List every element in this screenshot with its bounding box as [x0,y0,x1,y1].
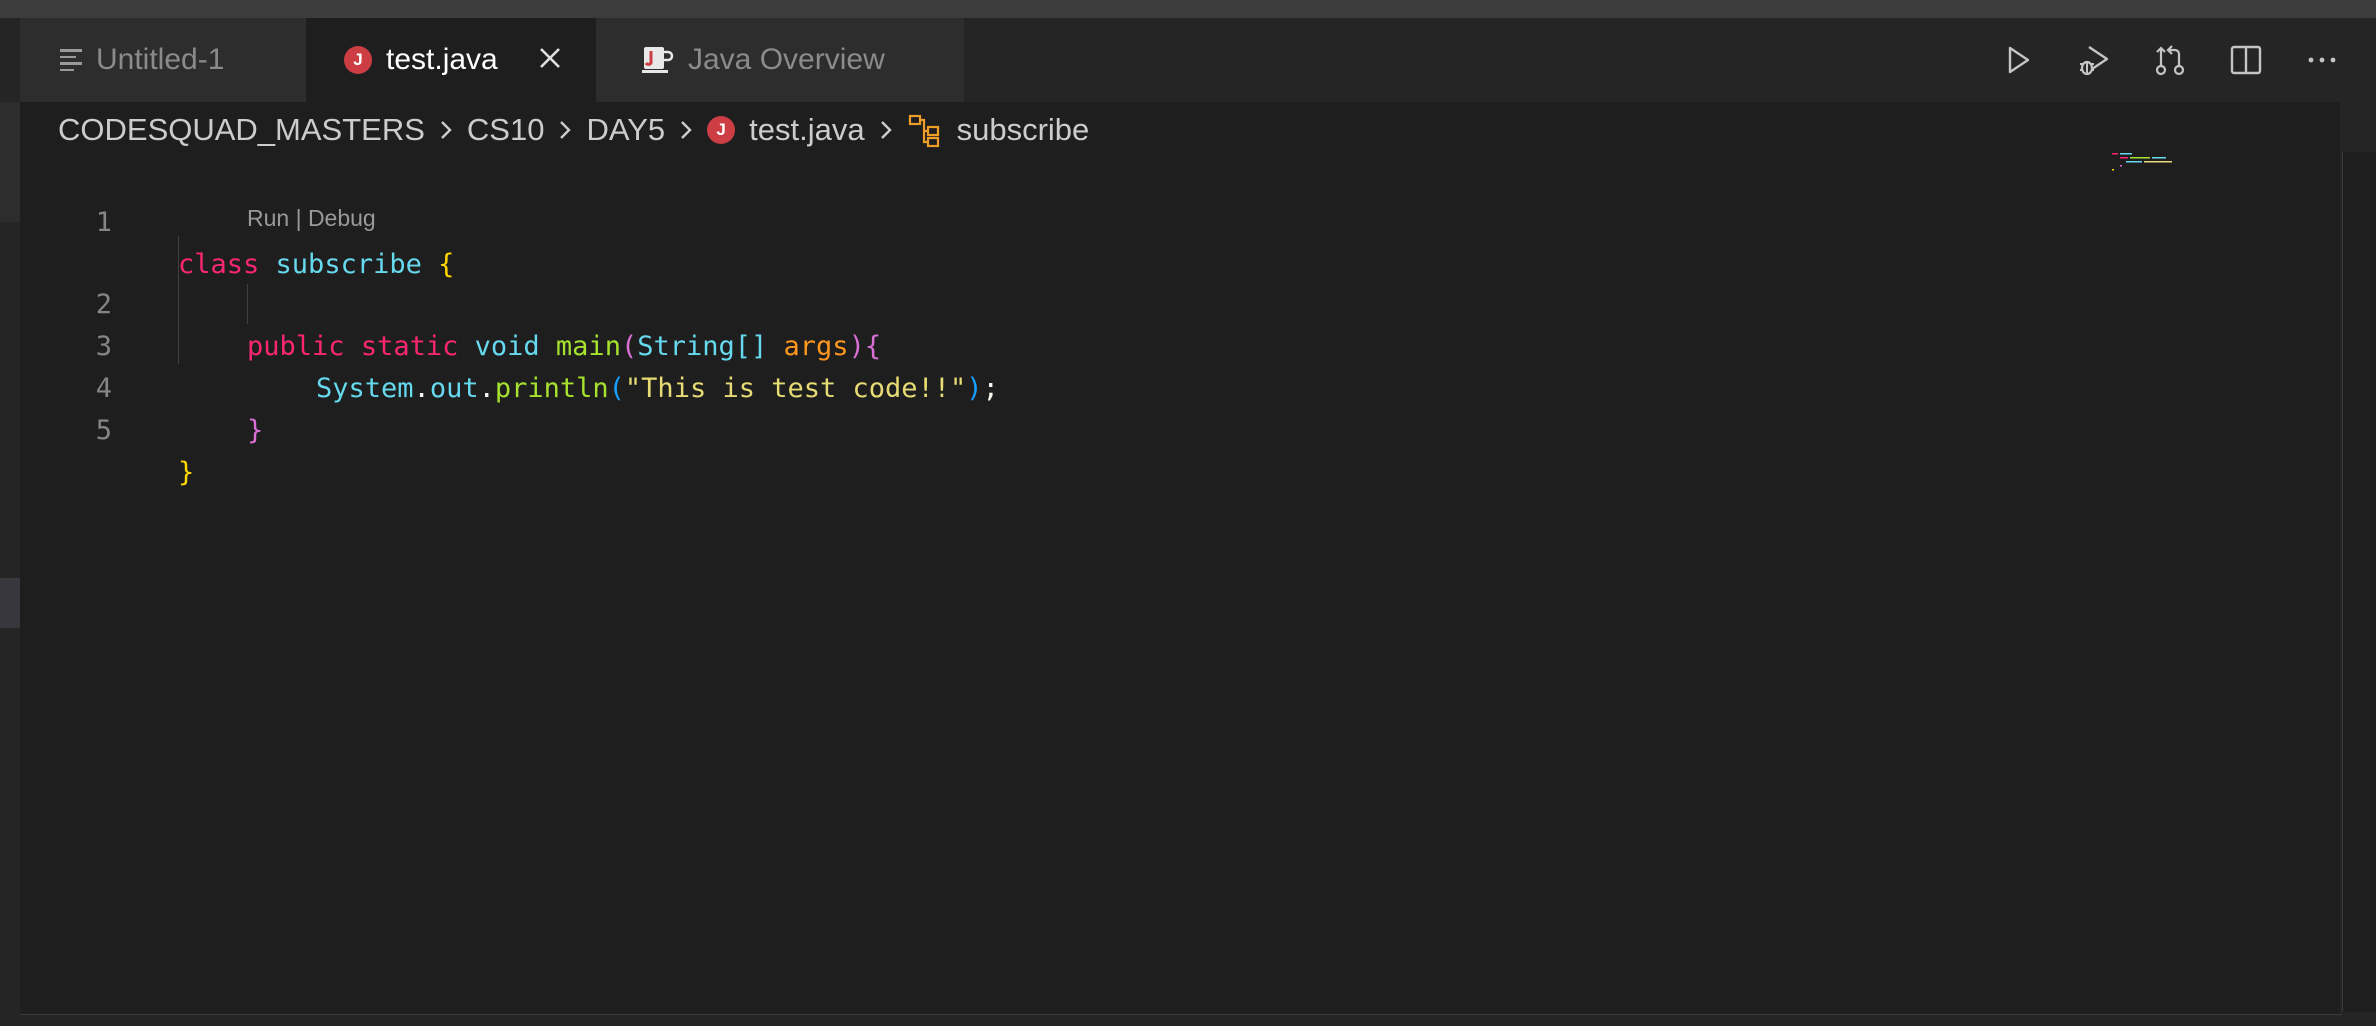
tab-test-java[interactable]: J test.java [306,18,596,102]
code-line-5: 5 } [20,368,2020,488]
tab-label: Untitled-1 [96,43,225,76]
close-icon[interactable] [532,40,568,76]
brace: } [247,415,264,446]
chevron-right-icon [556,118,574,142]
debug-icon[interactable] [2076,42,2112,78]
title-bar-strip [0,0,2376,18]
split-editor-icon[interactable] [2228,42,2264,78]
line-number: 1 [95,207,112,238]
code-lens-run-debug[interactable]: Run | Debug [247,198,376,238]
breadcrumb-item[interactable]: CS10 [467,112,545,148]
breadcrumb-item[interactable]: DAY5 [586,112,665,148]
chevron-right-icon [677,118,695,142]
code-line-4: 4 } [20,326,2020,446]
chevron-right-icon [437,118,455,142]
chevron-right-icon [877,118,895,142]
tab-label: Java Overview [688,43,885,76]
source-control-compare-icon[interactable] [2152,42,2188,78]
breadcrumb: CODESQUAD_MASTERS CS10 DAY5 J test.java … [58,102,1089,158]
tab-label: test.java [386,43,498,76]
activity-edge [0,18,20,1026]
java-coffee-icon [640,43,674,77]
editor-window: Untitled-1 J test.java Java Overview COD… [0,0,2376,1026]
more-actions-icon[interactable] [2304,42,2340,78]
edge-mark [0,578,20,628]
brace: } [178,457,195,488]
line-number: 5 [95,415,112,446]
class-symbol-icon [907,112,943,148]
java-file-icon: J [707,116,736,144]
breadcrumb-item[interactable]: CODESQUAD_MASTERS [58,112,425,148]
breadcrumb-item[interactable]: test.java [749,112,864,148]
vertical-scrollbar[interactable] [2342,152,2376,1012]
code-line-3: 3 System.out.println("This is test code!… [20,284,2020,404]
minimap[interactable] [2108,152,2208,172]
code-line-2: 2 public static void main(String[] args)… [20,242,2020,362]
edge-mark [0,102,20,222]
tab-untitled-1[interactable]: Untitled-1 [20,18,306,102]
editor-actions [2000,18,2340,102]
text-lines-icon [60,49,82,71]
breadcrumb-item[interactable]: subscribe [957,112,1090,148]
code-line-1: 1 class subscribe { [20,160,2020,280]
horizontal-scrollbar[interactable] [20,1014,2342,1015]
run-icon[interactable] [2000,42,2036,78]
code-editor[interactable]: 1 class subscribe { Run | Debug 2 public… [20,160,2340,1015]
tab-java-overview[interactable]: Java Overview [596,18,964,102]
java-file-icon: J [344,46,372,74]
